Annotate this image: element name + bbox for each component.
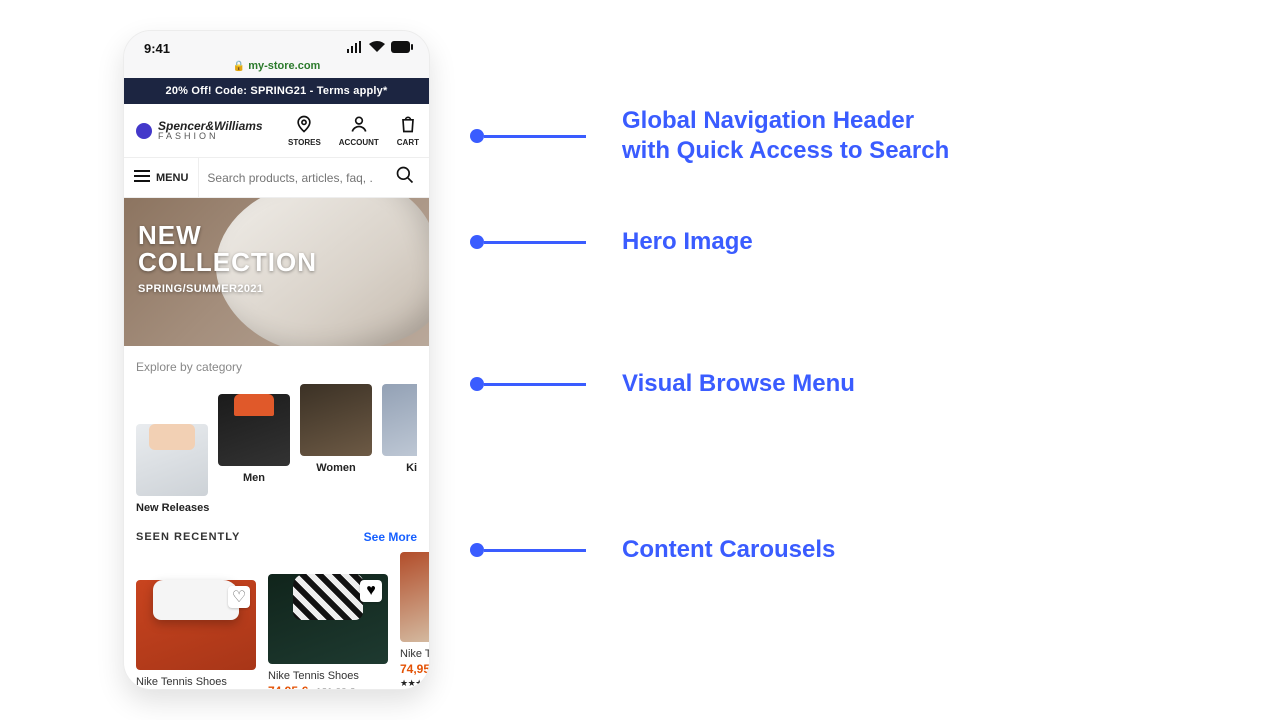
search-row: MENU: [124, 158, 429, 198]
explore-title: Explore by category: [136, 360, 417, 374]
favorite-button[interactable]: ♡: [228, 586, 250, 608]
brand-logo-icon: [136, 123, 152, 139]
menu-label: MENU: [156, 172, 188, 184]
product-image: [400, 552, 429, 642]
product-price: 74,95 €: [400, 662, 429, 676]
annotation-dot: [470, 377, 484, 391]
annotation-dot: [470, 129, 484, 143]
stores-label: STORES: [288, 138, 321, 147]
account-button[interactable]: ACCOUNT: [339, 114, 379, 147]
product-name: Nike Tennis Shoes: [136, 676, 256, 688]
signal-icon: [347, 41, 363, 56]
seen-title: SEEN RECENTLY: [136, 531, 240, 543]
cart-button[interactable]: CART: [397, 114, 419, 147]
hero-line-3: SPRING/SUMMER2021: [138, 283, 317, 295]
category-card-women[interactable]: Women: [300, 384, 372, 514]
search-icon: [395, 172, 415, 189]
product-card[interactable]: Nike Ten 74,95 € ★★★★★: [400, 552, 429, 690]
category-row[interactable]: New Releases Men Women Kids: [136, 384, 417, 514]
hamburger-icon: [134, 170, 150, 185]
category-label: Kids: [382, 462, 417, 474]
stores-button[interactable]: STORES: [288, 114, 321, 147]
category-card-men[interactable]: Men: [218, 384, 290, 514]
see-more-link[interactable]: See More: [364, 530, 417, 544]
lock-icon: 🔒: [233, 61, 245, 72]
category-label: Men: [218, 472, 290, 484]
product-card[interactable]: ♥ Nike Tennis Shoes 74,95 € 121,00 € ★★★…: [268, 552, 388, 690]
category-label: Women: [300, 462, 372, 474]
search-button[interactable]: [381, 165, 429, 190]
category-thumb: [136, 424, 208, 496]
category-thumb: [218, 394, 290, 466]
search-input[interactable]: [199, 159, 381, 197]
wifi-icon: [369, 41, 385, 56]
seen-recently-header: SEEN RECENTLY See More: [124, 524, 429, 552]
annotation-line: [484, 549, 586, 552]
menu-button[interactable]: MENU: [124, 158, 199, 197]
explore-section: Explore by category New Releases Men Wom…: [124, 346, 429, 524]
category-thumb: [300, 384, 372, 456]
category-card-kids[interactable]: Kids: [382, 384, 417, 514]
product-price: 74,95 €: [268, 684, 308, 690]
account-label: ACCOUNT: [339, 138, 379, 147]
annotation-hero: Hero Image: [470, 227, 753, 257]
annotation-label: Hero Image: [622, 227, 753, 257]
hero-banner[interactable]: NEW COLLECTION SPRING/SUMMER2021: [124, 198, 429, 346]
pin-icon: [294, 114, 314, 136]
person-icon: [349, 114, 369, 136]
brand-subtitle: FASHION: [158, 132, 263, 141]
status-bar: 9:41: [124, 31, 429, 60]
brand-logo-block[interactable]: Spencer&Williams FASHION: [136, 120, 263, 141]
product-old-price: 121,00 €: [316, 687, 355, 690]
phone-frame: 9:41 🔒 my-store.com 20% Off! Code: SPRIN…: [123, 30, 430, 690]
product-name: Nike Ten: [400, 648, 429, 660]
product-image: ♥: [268, 574, 388, 664]
heart-icon: ♡: [232, 587, 246, 607]
annotation-dot: [470, 235, 484, 249]
cart-label: CART: [397, 138, 419, 147]
hero-line-1: NEW: [138, 222, 317, 248]
annotation-line: [484, 241, 586, 244]
product-carousel[interactable]: ♡ Nike Tennis Shoes 74,95 € 121,00 € ★★★…: [124, 552, 429, 690]
annotation-browse-menu: Visual Browse Menu: [470, 369, 855, 399]
browser-address-bar[interactable]: 🔒 my-store.com: [124, 60, 429, 78]
favorite-button[interactable]: ♥: [360, 580, 382, 602]
annotation-global-nav: Global Navigation Header with Quick Acce…: [470, 106, 949, 166]
status-indicators: [347, 41, 413, 56]
annotation-dot: [470, 543, 484, 557]
bag-icon: [398, 114, 418, 136]
site-header: Spencer&Williams FASHION STORES ACCOUNT: [124, 104, 429, 158]
category-thumb: [382, 384, 417, 456]
heart-icon: ♥: [366, 582, 376, 600]
annotation-carousels: Content Carousels: [470, 535, 835, 565]
annotation-line: [484, 383, 586, 386]
status-time: 9:41: [144, 41, 170, 56]
annotation-line: [484, 135, 586, 138]
product-image: ♡: [136, 580, 256, 670]
address-domain: my-store.com: [248, 60, 320, 72]
promo-banner[interactable]: 20% Off! Code: SPRING21 - Terms apply*: [124, 78, 429, 104]
annotation-label: Visual Browse Menu: [622, 369, 855, 399]
battery-icon: [391, 41, 413, 56]
hero-line-2: COLLECTION: [138, 248, 317, 277]
product-rating: ★★★★★: [400, 678, 429, 689]
category-card-new-releases[interactable]: New Releases: [136, 384, 208, 514]
product-card[interactable]: ♡ Nike Tennis Shoes 74,95 € 121,00 € ★★★…: [136, 552, 256, 690]
product-name: Nike Tennis Shoes: [268, 670, 388, 682]
annotation-label: Content Carousels: [622, 535, 835, 565]
annotation-label: Global Navigation Header with Quick Acce…: [622, 106, 949, 166]
category-label: New Releases: [136, 502, 208, 514]
